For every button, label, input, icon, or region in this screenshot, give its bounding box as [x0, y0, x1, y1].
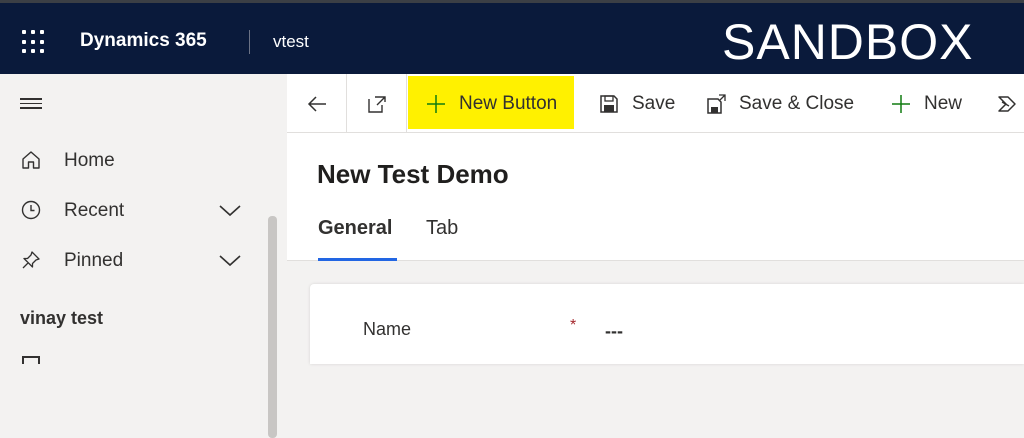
sidebar-item-home[interactable]: Home: [0, 140, 260, 180]
environment-label: SANDBOX: [722, 14, 974, 70]
brand-title[interactable]: Dynamics 365: [80, 30, 207, 52]
back-arrow-icon: [307, 96, 326, 112]
form-title: New Test Demo: [317, 159, 509, 189]
new-record-button[interactable]: New: [890, 74, 962, 133]
save-close-icon: [707, 93, 726, 114]
entity-icon[interactable]: [22, 356, 40, 364]
sidebar-item-label: Recent: [64, 200, 125, 221]
required-indicator: *: [570, 317, 577, 334]
open-in-new-window-button[interactable]: [347, 74, 407, 133]
main-content: New Button Save Save & Close New New Tes…: [287, 74, 1024, 364]
chevron-down-icon[interactable]: [218, 200, 242, 220]
hamburger-icon[interactable]: [20, 98, 42, 110]
command-label: New Button: [459, 92, 558, 114]
top-navigation-bar: Dynamics 365 vtest SANDBOX: [0, 0, 1024, 74]
name-field[interactable]: ---: [605, 321, 623, 342]
waffle-icon[interactable]: [22, 30, 46, 54]
clock-icon: [21, 200, 41, 220]
header-divider: [249, 30, 250, 54]
command-label: Save: [632, 92, 676, 114]
sidebar-group-label: vinay test: [20, 308, 104, 328]
app-name[interactable]: vtest: [273, 32, 309, 52]
active-tab-indicator: [318, 258, 397, 261]
sidebar-item-recent[interactable]: Recent: [0, 190, 260, 230]
pin-icon: [22, 251, 40, 269]
save-button[interactable]: Save: [598, 74, 675, 133]
plus-icon: [427, 94, 445, 113]
home-icon: [22, 151, 40, 169]
sidebar-item-label: Pinned: [64, 250, 124, 271]
back-button[interactable]: [287, 74, 347, 133]
popout-icon: [368, 96, 386, 113]
command-label: New: [924, 92, 963, 114]
form-header: New Test Demo General Tab: [287, 133, 1024, 261]
plus-icon: [892, 94, 910, 113]
save-icon: [600, 94, 618, 113]
sitemap-sidebar: Home Recent Pinned vinay test: [0, 74, 287, 438]
sidebar-item-label: Home: [64, 150, 115, 171]
tab-general[interactable]: General: [318, 217, 392, 240]
sidebar-scrollbar[interactable]: [268, 216, 277, 438]
save-and-close-button[interactable]: Save & Close: [705, 74, 854, 133]
new-button-command[interactable]: New Button: [425, 74, 557, 133]
command-bar: New Button Save Save & Close New: [287, 74, 1024, 133]
deactivate-icon[interactable]: [996, 93, 1018, 115]
tab-tab[interactable]: Tab: [426, 217, 458, 240]
sidebar-item-pinned[interactable]: Pinned: [0, 240, 260, 280]
form-section-card: Name * ---: [310, 284, 1024, 364]
command-label: Save & Close: [739, 92, 855, 114]
chevron-down-icon[interactable]: [218, 250, 242, 270]
name-field-label: Name: [363, 319, 412, 339]
